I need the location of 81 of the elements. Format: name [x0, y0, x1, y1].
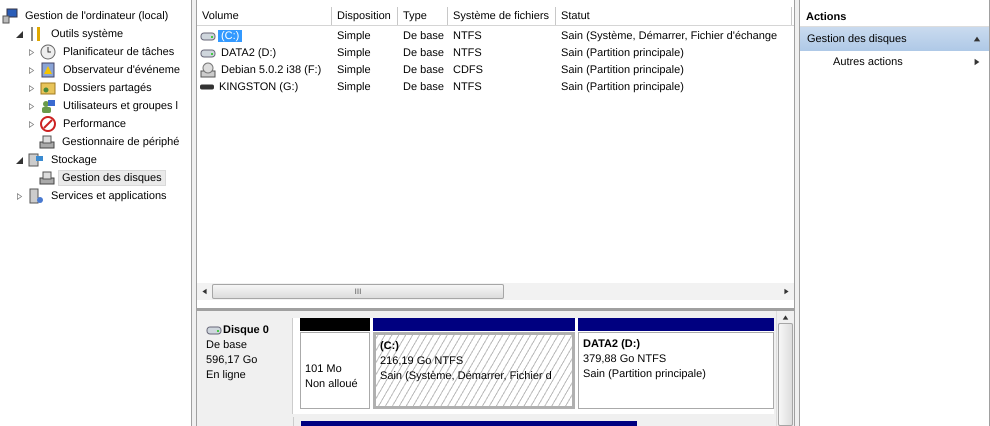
table-cell-text: Simple [336, 46, 372, 60]
scroll-thumb[interactable]: III [212, 284, 504, 299]
partition-detail: Non alloué [305, 377, 359, 392]
partition-detail: 101 Mo [305, 362, 343, 377]
section-label: Gestion des disques [807, 33, 907, 45]
vertical-scrollbar[interactable] [776, 311, 794, 426]
table-cell-text: De base [402, 46, 445, 60]
cd-drive-icon [200, 62, 216, 78]
column-header[interactable]: Système de fichiers [448, 7, 556, 25]
table-cell-text: NTFS [452, 46, 483, 60]
scroll-left-icon[interactable] [201, 288, 208, 295]
scroll-thumb[interactable] [778, 323, 793, 426]
tree-item[interactable]: Services et applications [47, 188, 171, 204]
partition-title: DATA2 (D:) [583, 337, 642, 352]
scroll-right-icon[interactable] [783, 288, 790, 295]
table-cell-text: De base [402, 28, 445, 44]
disk-name: Disque 0 [223, 322, 269, 338]
partition-detail: Sain (Système, Démarrer, Fichier d [380, 369, 553, 384]
partition-block[interactable]: 101 Mo Non alloué [300, 332, 370, 409]
table-cell[interactable]: Debian 5.0.2 i38 (F:) [218, 64, 324, 76]
folder-icon [40, 80, 56, 96]
table-cell-text: Sain (Système, Démarrer, Fichier d'échange [560, 28, 778, 44]
users-icon [40, 98, 56, 114]
expand-icon[interactable] [28, 48, 35, 56]
table-cell-text: De base [402, 62, 445, 78]
column-header[interactable]: Disposition [332, 7, 398, 25]
table-cell-text: De base [402, 80, 445, 94]
expand-icon[interactable] [28, 120, 35, 128]
table-cell[interactable]: KINGSTON (G:) [216, 80, 302, 92]
table-cell[interactable]: DATA2 (D:) [218, 46, 280, 58]
tree-item[interactable]: Planificateur de tâches [59, 44, 178, 60]
expand-icon[interactable] [28, 66, 35, 74]
clock-icon [40, 44, 56, 60]
tree-item[interactable]: Gestion de l'ordinateur (local) [21, 8, 172, 24]
partition-detail: 216,19 Go NTFS [380, 354, 464, 369]
collapse-icon[interactable] [16, 156, 23, 164]
tree-item[interactable]: Dossiers partagés [59, 80, 156, 96]
table-cell-text: Sain (Partition principale) [560, 62, 685, 78]
scroll-up-icon[interactable] [782, 314, 789, 321]
server-icon [28, 188, 44, 204]
partition-detail: 379,88 Go NTFS [583, 352, 668, 367]
tree-item[interactable]: Performance [59, 116, 130, 132]
disk-detail: 596,17 Go [206, 353, 258, 368]
collapse-icon[interactable] [973, 35, 981, 43]
table-cell-text: NTFS [452, 80, 483, 94]
table-cell-text: Simple [336, 80, 372, 94]
action-item[interactable]: Autres actions [833, 56, 903, 68]
partition-title: (C:) [380, 339, 400, 354]
submenu-arrow-icon[interactable] [973, 58, 981, 66]
action-section-header[interactable]: Gestion des disques [800, 27, 989, 51]
storage-icon [28, 152, 44, 168]
collapse-icon[interactable] [16, 30, 23, 38]
partition-block[interactable]: (C:) 216,19 Go NTFS Sain (Système, Démarrer, Fichier d [373, 332, 575, 409]
table-cell-text: Simple [336, 28, 372, 44]
tree-item[interactable]: Outils système [47, 26, 128, 42]
expand-icon[interactable] [16, 192, 23, 200]
column-header[interactable]: Statut [556, 7, 792, 25]
log-icon [40, 62, 56, 78]
horizontal-scrollbar[interactable]: III [197, 283, 794, 300]
computer-icon [2, 8, 18, 24]
printer-icon [39, 134, 55, 150]
table-cell-text: Simple [336, 62, 372, 78]
printer-icon [39, 170, 55, 186]
expand-icon[interactable] [28, 84, 35, 92]
tree-item[interactable]: Stockage [47, 152, 101, 168]
partition-block[interactable]: DATA2 (D:) 379,88 Go NTFS Sain (Partition principale) [578, 332, 774, 409]
table-cell-text: NTFS [452, 28, 483, 44]
table-cell-text: Sain (Partition principale) [560, 80, 685, 94]
usb-drive-icon [200, 84, 214, 90]
tree-item[interactable]: Gestion des disques [58, 170, 166, 186]
tree-item[interactable]: Observateur d'événeme [59, 62, 184, 78]
tree-item[interactable]: Gestionnaire de périphé [58, 134, 184, 150]
partition-detail: Sain (Partition principale) [583, 367, 707, 382]
disk-detail: En ligne [206, 368, 247, 383]
column-header[interactable]: Type [398, 7, 448, 25]
table-cell-text: Sain (Partition principale) [560, 46, 685, 60]
tree-item[interactable]: Utilisateurs et groupes l [59, 98, 182, 114]
table-cell-text: CDFS [452, 62, 484, 78]
column-header[interactable]: Volume [197, 7, 332, 25]
expand-icon[interactable] [28, 102, 35, 110]
disk-detail: De base [206, 338, 248, 353]
